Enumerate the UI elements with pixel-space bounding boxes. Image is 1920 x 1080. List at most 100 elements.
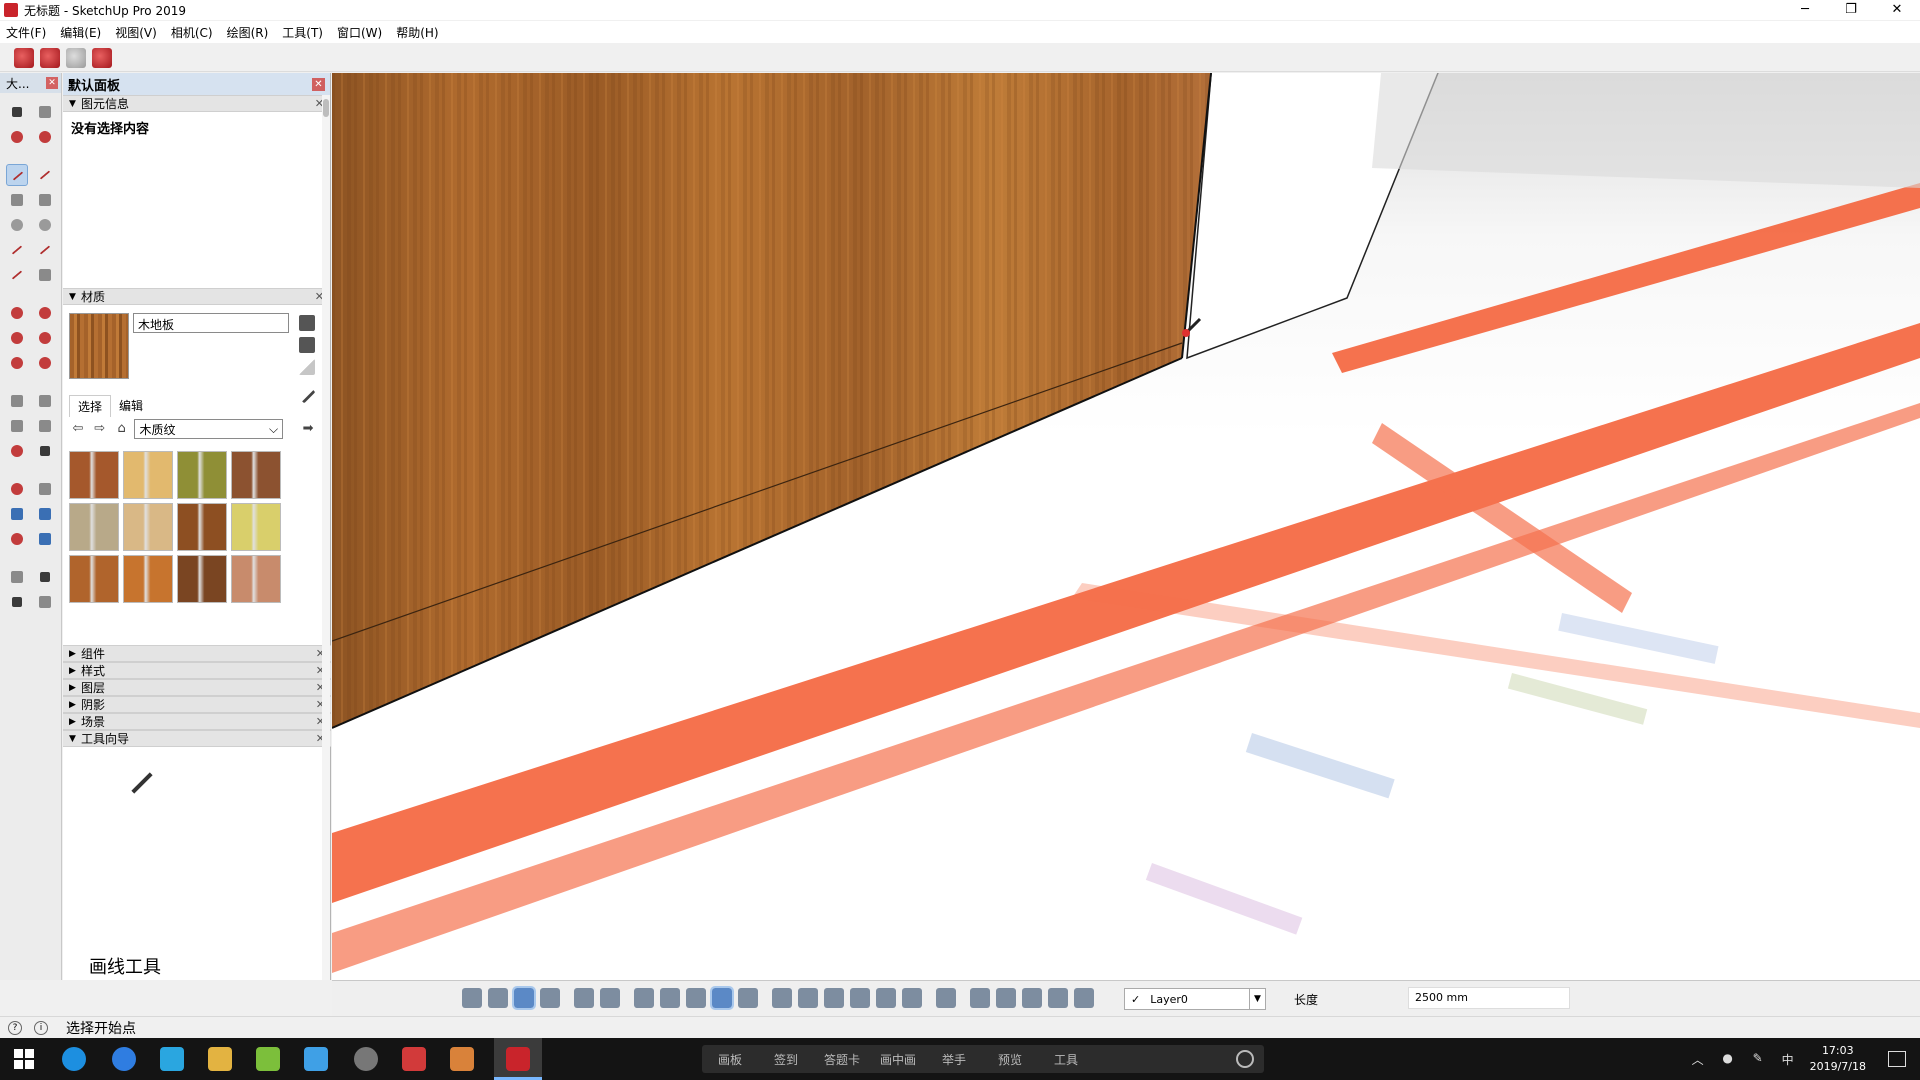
- tray-scrollbar[interactable]: [322, 95, 330, 980]
- components-header[interactable]: ▶ 组件 ✕: [63, 645, 331, 662]
- iso-view-icon[interactable]: [488, 988, 508, 1008]
- pie-tool-icon[interactable]: [34, 264, 56, 286]
- material-swatch[interactable]: [177, 451, 227, 499]
- clock[interactable]: 17:03 2019/7/18: [1810, 1043, 1866, 1075]
- arc-tool-icon[interactable]: [6, 239, 28, 261]
- scenes-header[interactable]: ▶ 场景 ✕: [63, 713, 331, 730]
- menu-tools[interactable]: 工具(T): [282, 24, 323, 41]
- app-red-icon[interactable]: [402, 1047, 426, 1071]
- toolbar-item-raise-hand[interactable]: 举手: [926, 1051, 982, 1068]
- 3d-text-icon[interactable]: [34, 440, 56, 462]
- menu-help[interactable]: 帮助(H): [396, 24, 438, 41]
- orbit-icon[interactable]: [462, 988, 482, 1008]
- close-button[interactable]: ✕: [1874, 0, 1920, 20]
- shadows-header[interactable]: ▶ 阴影 ✕: [63, 696, 331, 713]
- toolbar-item-answer[interactable]: 答题卡: [814, 1051, 870, 1068]
- input-language[interactable]: 中: [1780, 1051, 1796, 1067]
- zoom-extents-icon[interactable]: [6, 528, 28, 550]
- section-plane-icon[interactable]: [936, 988, 956, 1008]
- material-swatch[interactable]: [69, 503, 119, 551]
- home-icon[interactable]: ⌂: [113, 420, 131, 438]
- forward-arrow-icon[interactable]: ⇨: [91, 420, 109, 438]
- back-arrow-icon[interactable]: ⇦: [69, 420, 87, 438]
- left-view-icon[interactable]: [902, 988, 922, 1008]
- circle-tool-icon[interactable]: [6, 214, 28, 236]
- tray-app-icon[interactable]: ●: [1720, 1051, 1736, 1067]
- create-material-icon[interactable]: [299, 337, 315, 353]
- geo-location-icon[interactable]: ?: [8, 1020, 22, 1035]
- close-icon[interactable]: ✕: [312, 77, 325, 91]
- menu-file[interactable]: 文件(F): [6, 24, 46, 41]
- app-w-icon[interactable]: [112, 1047, 136, 1071]
- sample-paint-icon[interactable]: [298, 386, 316, 404]
- orbit-tool-icon[interactable]: [6, 478, 28, 500]
- toolbar-item-preview[interactable]: 预览: [982, 1051, 1038, 1068]
- menu-camera[interactable]: 相机(C): [171, 24, 213, 41]
- zoom-tool-icon[interactable]: [6, 503, 28, 525]
- follow-me-icon[interactable]: [34, 327, 56, 349]
- position-camera-icon[interactable]: [6, 566, 28, 588]
- walk-tool-icon[interactable]: [6, 591, 28, 613]
- display-secondary-pane-icon[interactable]: [299, 315, 315, 331]
- line-tool-icon[interactable]: [6, 164, 28, 186]
- monochrome-icon[interactable]: [738, 988, 758, 1008]
- sketchup-taskbar-button[interactable]: [494, 1038, 542, 1080]
- close-icon[interactable]: ✕: [46, 77, 58, 89]
- two-point-arc-icon[interactable]: [34, 239, 56, 261]
- materials-header[interactable]: ▼ 材质 ✕: [63, 288, 330, 305]
- extension-manager-icon[interactable]: [92, 47, 112, 68]
- menu-edit[interactable]: 编辑(E): [60, 24, 101, 41]
- polygon-tool-icon[interactable]: [34, 214, 56, 236]
- power-icon[interactable]: [1236, 1050, 1254, 1068]
- freehand-tool-icon[interactable]: [34, 164, 56, 186]
- top-house-icon[interactable]: [798, 988, 818, 1008]
- offset-tool-icon[interactable]: [34, 352, 56, 374]
- scrollbar-thumb[interactable]: [323, 99, 329, 117]
- shaded-icon[interactable]: [686, 988, 706, 1008]
- tape-measure-icon[interactable]: [6, 390, 28, 412]
- material-name-field[interactable]: 木地板: [133, 313, 289, 333]
- edge-browser-icon[interactable]: [62, 1047, 86, 1071]
- layers-header[interactable]: ▶ 图层 ✕: [63, 679, 331, 696]
- rectangle-tool-icon[interactable]: [6, 189, 28, 211]
- section-fill-icon[interactable]: [1022, 988, 1042, 1008]
- shaded-textures-icon[interactable]: [710, 986, 734, 1010]
- styles-header[interactable]: ▶ 样式 ✕: [63, 662, 331, 679]
- entity-info-header[interactable]: ▼ 图元信息 ✕: [63, 95, 330, 112]
- display-section-icon[interactable]: [970, 988, 990, 1008]
- autocad-icon[interactable]: [354, 1047, 378, 1071]
- measurement-input[interactable]: 2500 mm: [1408, 987, 1570, 1009]
- material-swatch[interactable]: [123, 555, 173, 603]
- notification-icon[interactable]: [1888, 1051, 1906, 1067]
- material-swatch[interactable]: [231, 555, 281, 603]
- material-library-select[interactable]: 木质纹 ⌵: [134, 419, 284, 439]
- menu-view[interactable]: 视图(V): [115, 24, 157, 41]
- file-explorer-icon[interactable]: [208, 1047, 232, 1071]
- component-tool-icon[interactable]: [34, 101, 56, 123]
- app-chart-icon[interactable]: [304, 1047, 328, 1071]
- material-swatch[interactable]: [69, 555, 119, 603]
- share-model-icon[interactable]: [66, 47, 86, 68]
- axes-tool-icon[interactable]: [6, 440, 28, 462]
- protractor-icon[interactable]: [6, 415, 28, 437]
- three-point-arc-icon[interactable]: [6, 264, 28, 286]
- eraser-icon[interactable]: [34, 126, 56, 148]
- material-swatch[interactable]: [231, 503, 281, 551]
- previous-view-icon[interactable]: [34, 528, 56, 550]
- text-tool-icon[interactable]: [34, 415, 56, 437]
- back-edges-icon[interactable]: [600, 988, 620, 1008]
- chevron-down-icon[interactable]: ▼: [1249, 989, 1265, 1009]
- section-cuts-icon[interactable]: [996, 988, 1016, 1008]
- look-around-icon[interactable]: [34, 566, 56, 588]
- app-pencil-icon[interactable]: [450, 1047, 474, 1071]
- scale-tool-icon[interactable]: [6, 352, 28, 374]
- toolbar-item-tools[interactable]: 工具: [1038, 1051, 1094, 1068]
- material-swatch[interactable]: [177, 555, 227, 603]
- material-swatch[interactable]: [69, 451, 119, 499]
- perspective-icon[interactable]: [512, 986, 536, 1010]
- extension-warehouse-icon[interactable]: [40, 47, 60, 68]
- chevron-up-icon[interactable]: ︿: [1690, 1051, 1706, 1067]
- select-tool-icon[interactable]: [6, 101, 28, 123]
- tab-edit[interactable]: 编辑: [111, 395, 151, 417]
- menu-window[interactable]: 窗口(W): [337, 24, 382, 41]
